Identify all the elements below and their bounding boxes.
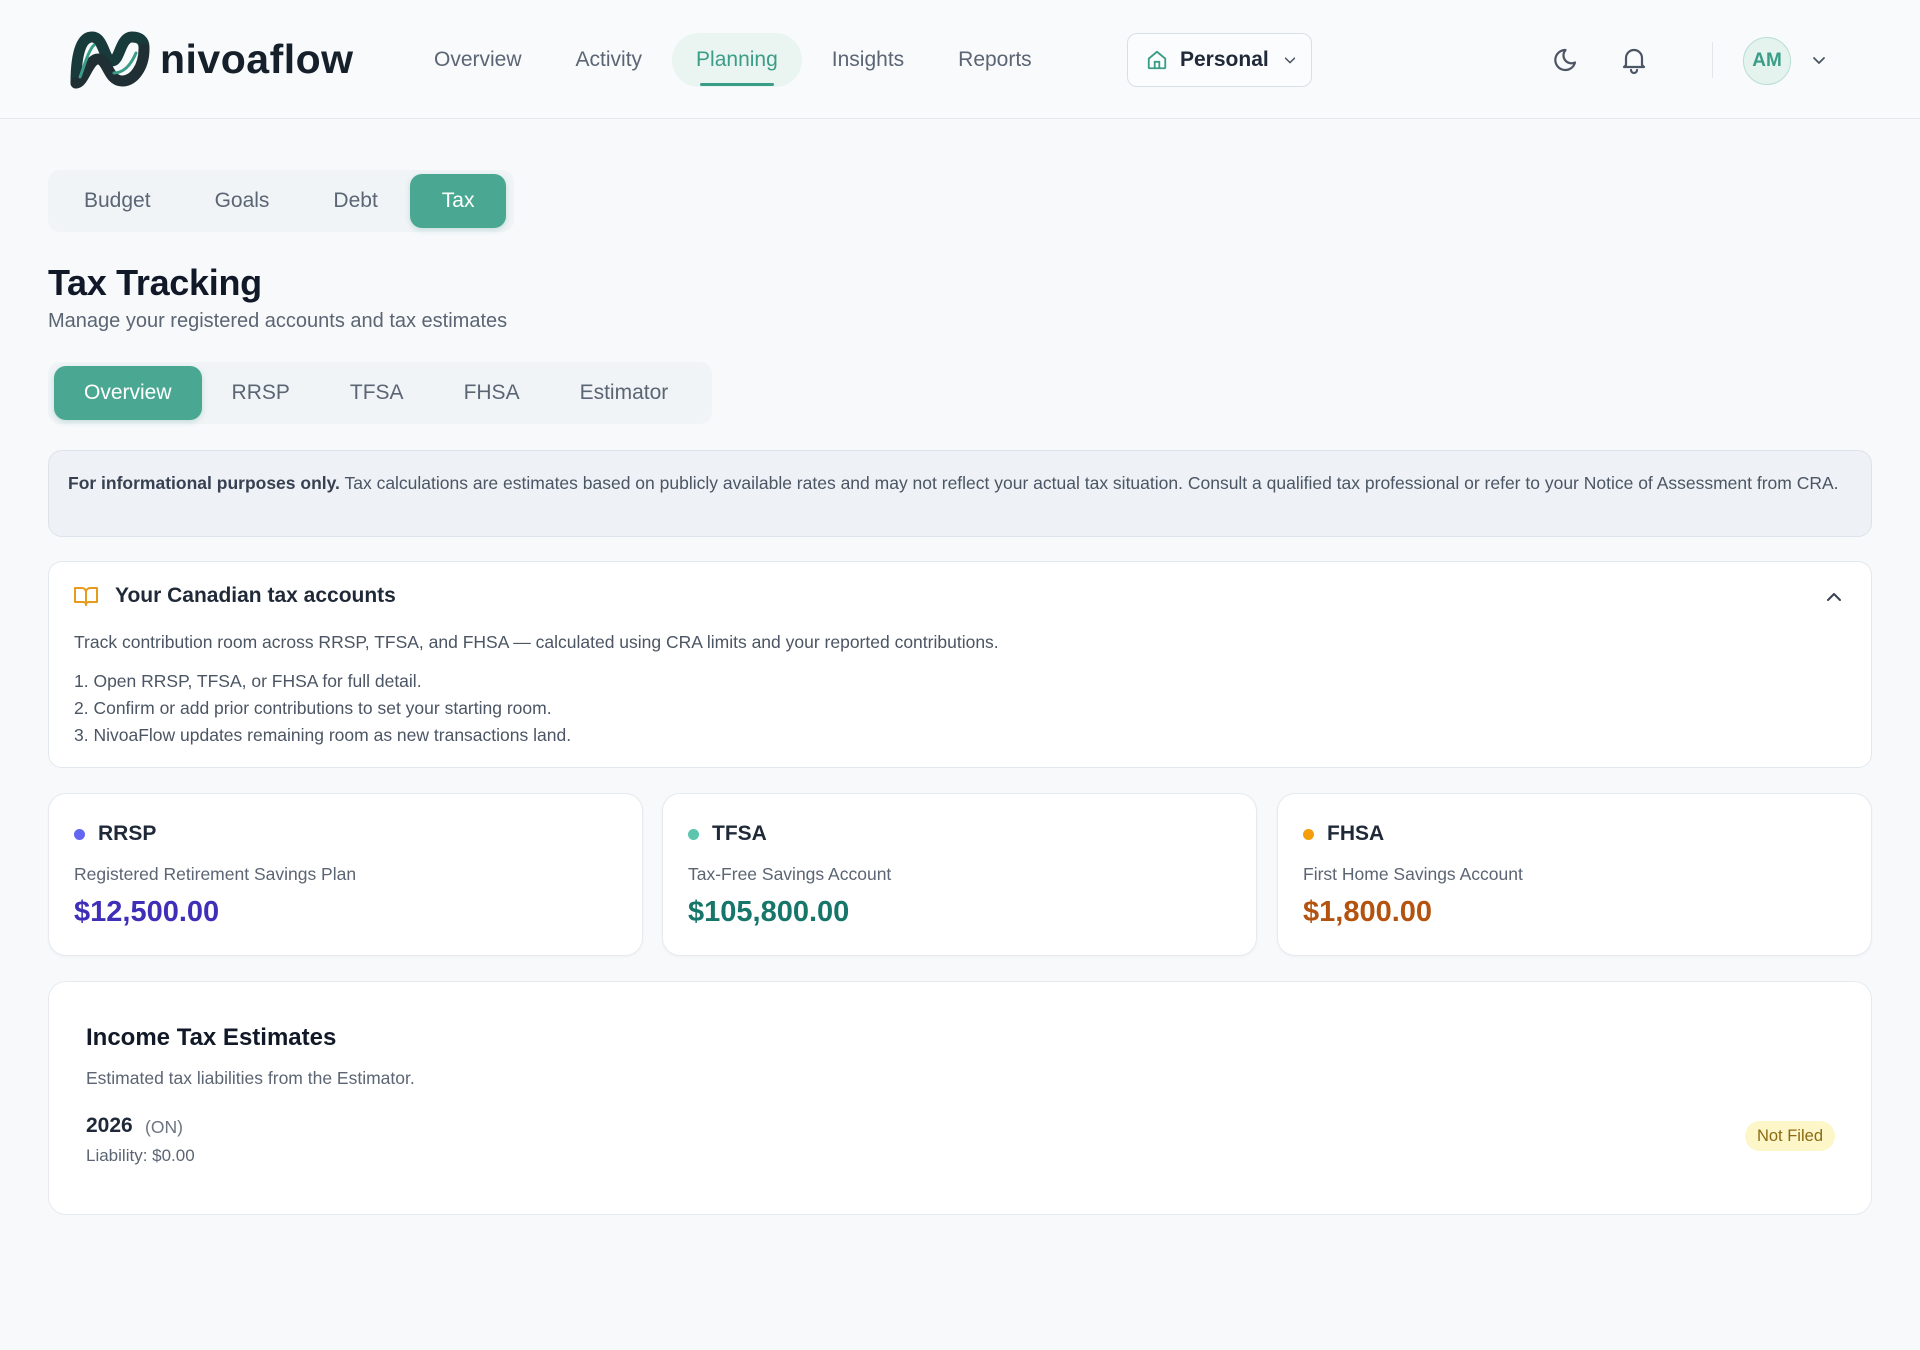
account-name: RRSP — [98, 822, 157, 845]
account-name: FHSA — [1327, 822, 1385, 845]
step-item: 3. NivoaFlow updates remaining room as n… — [74, 725, 572, 745]
tab-estimator[interactable]: Estimator — [550, 366, 699, 420]
planning-tabs: Budget Goals Debt Tax — [48, 170, 514, 232]
page-title: Tax Tracking — [48, 262, 262, 303]
account-card-header: FHSA — [1303, 822, 1384, 846]
accounts-info-description: Track contribution room across RRSP, TFS… — [74, 632, 999, 652]
tab-tax[interactable]: Tax — [409, 174, 507, 228]
tab-fhsa[interactable]: FHSA — [434, 366, 550, 420]
page-subtitle: Manage your registered accounts and tax … — [48, 310, 508, 332]
workspace-select[interactable]: Personal — [1127, 33, 1312, 87]
nav-item-overview[interactable]: Overview — [410, 33, 546, 87]
account-card-tfsa[interactable]: TFSA Tax-Free Savings Account $105,800.0… — [662, 793, 1257, 956]
disclaimer-banner: For informational purposes only. Tax cal… — [48, 450, 1872, 537]
accounts-info-header[interactable]: Your Canadian tax accounts — [73, 584, 396, 608]
tab-budget[interactable]: Budget — [52, 174, 183, 228]
account-balance: $1,800.00 — [1303, 896, 1433, 928]
account-card-header: TFSA — [688, 822, 767, 846]
account-card-rrsp[interactable]: RRSP Registered Retirement Savings Plan … — [48, 793, 643, 956]
estimate-liability: Liability: $0.00 — [86, 1146, 195, 1165]
chevron-down-icon[interactable] — [1811, 52, 1827, 68]
account-balance: $12,500.00 — [74, 896, 220, 928]
account-description: Tax-Free Savings Account — [688, 864, 892, 884]
account-name: TFSA — [712, 822, 767, 845]
accounts-info-title: Your Canadian tax accounts — [115, 584, 396, 607]
top-navbar: nivoaflow Overview Activity Planning Ins… — [0, 0, 1920, 119]
account-card-header: RRSP — [74, 822, 156, 846]
account-card-fhsa[interactable]: FHSA First Home Savings Account $1,800.0… — [1277, 793, 1872, 956]
status-badge: Not Filed — [1744, 1121, 1835, 1151]
brand-name: nivoaflow — [160, 35, 354, 82]
tab-overview[interactable]: Overview — [54, 366, 202, 420]
account-dot — [74, 828, 85, 840]
chevron-up-icon[interactable] — [1823, 586, 1845, 608]
tab-debt[interactable]: Debt — [301, 174, 409, 228]
home-icon — [1147, 50, 1167, 70]
tab-rrsp[interactable]: RRSP — [202, 366, 320, 420]
tax-tabs: Overview RRSP TFSA FHSA Estimator — [48, 362, 712, 424]
workspace-label: Personal — [1180, 48, 1269, 71]
moon-icon[interactable] — [1551, 43, 1583, 75]
header-divider — [1712, 42, 1713, 78]
nav-item-activity[interactable]: Activity — [552, 33, 667, 87]
income-tax-subtitle: Estimated tax liabilities from the Estim… — [86, 1068, 415, 1088]
step-item: 1. Open RRSP, TFSA, or FHSA for full det… — [74, 671, 422, 691]
account-description: Registered Retirement Savings Plan — [74, 864, 357, 884]
disclaimer-text: Tax calculations are estimates based on … — [344, 473, 1839, 493]
account-dot — [1303, 828, 1314, 840]
nav-item-reports[interactable]: Reports — [934, 33, 1056, 87]
account-balance: $105,800.00 — [688, 896, 850, 928]
estimate-province: (ON) — [145, 1117, 183, 1137]
chevron-down-icon — [1284, 57, 1295, 64]
estimate-year[interactable]: 2026 — [86, 1114, 133, 1138]
accounts-info-steps: 1. Open RRSP, TFSA, or FHSA for full det… — [74, 668, 571, 749]
account-dot — [688, 828, 699, 840]
tab-goals[interactable]: Goals — [183, 174, 302, 228]
income-tax-title: Income Tax Estimates — [86, 1024, 337, 1051]
nav-item-insights[interactable]: Insights — [808, 33, 928, 87]
book-open-icon — [74, 587, 98, 606]
nivoaflow-logo-icon — [70, 31, 150, 89]
income-tax-card: Income Tax Estimates Estimated tax liabi… — [48, 981, 1872, 1215]
step-item: 2. Confirm or add prior contributions to… — [74, 698, 552, 718]
accounts-info-card: Your Canadian tax accounts Track contrib… — [48, 561, 1872, 768]
avatar[interactable]: AM — [1743, 37, 1791, 85]
main-nav: Overview Activity Planning Insights Repo… — [410, 33, 1062, 87]
brand-logo[interactable]: nivoaflow — [70, 27, 354, 91]
bell-icon[interactable] — [1618, 43, 1650, 75]
account-description: First Home Savings Account — [1303, 864, 1523, 884]
tab-tfsa[interactable]: TFSA — [320, 366, 434, 420]
disclaimer-bold: For informational purposes only. — [68, 473, 340, 493]
nav-item-planning[interactable]: Planning — [672, 33, 802, 87]
